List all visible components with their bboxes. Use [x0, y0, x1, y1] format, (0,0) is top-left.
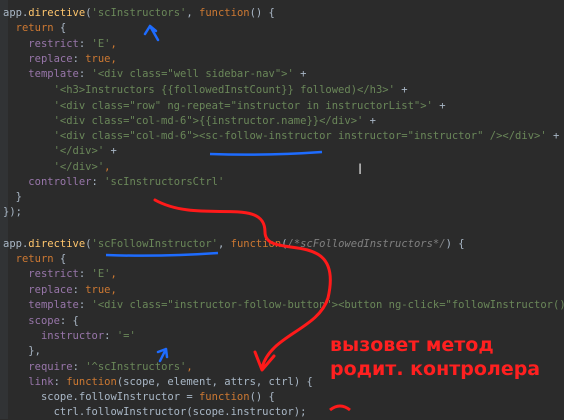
annotation-line-2: родит. контролера	[330, 358, 541, 380]
red-bottom-curve	[329, 404, 351, 412]
blue-underline-tag	[209, 150, 323, 156]
annotation-line-1: вызовет метод	[330, 334, 494, 356]
red-curve-arrow	[153, 198, 332, 370]
blue-arrow-top	[143, 24, 160, 42]
red-annotation-text: вызовет метод родит. контролера	[330, 333, 540, 381]
blue-underline-directive	[105, 251, 219, 257]
blue-arrow-bottom	[156, 347, 169, 363]
